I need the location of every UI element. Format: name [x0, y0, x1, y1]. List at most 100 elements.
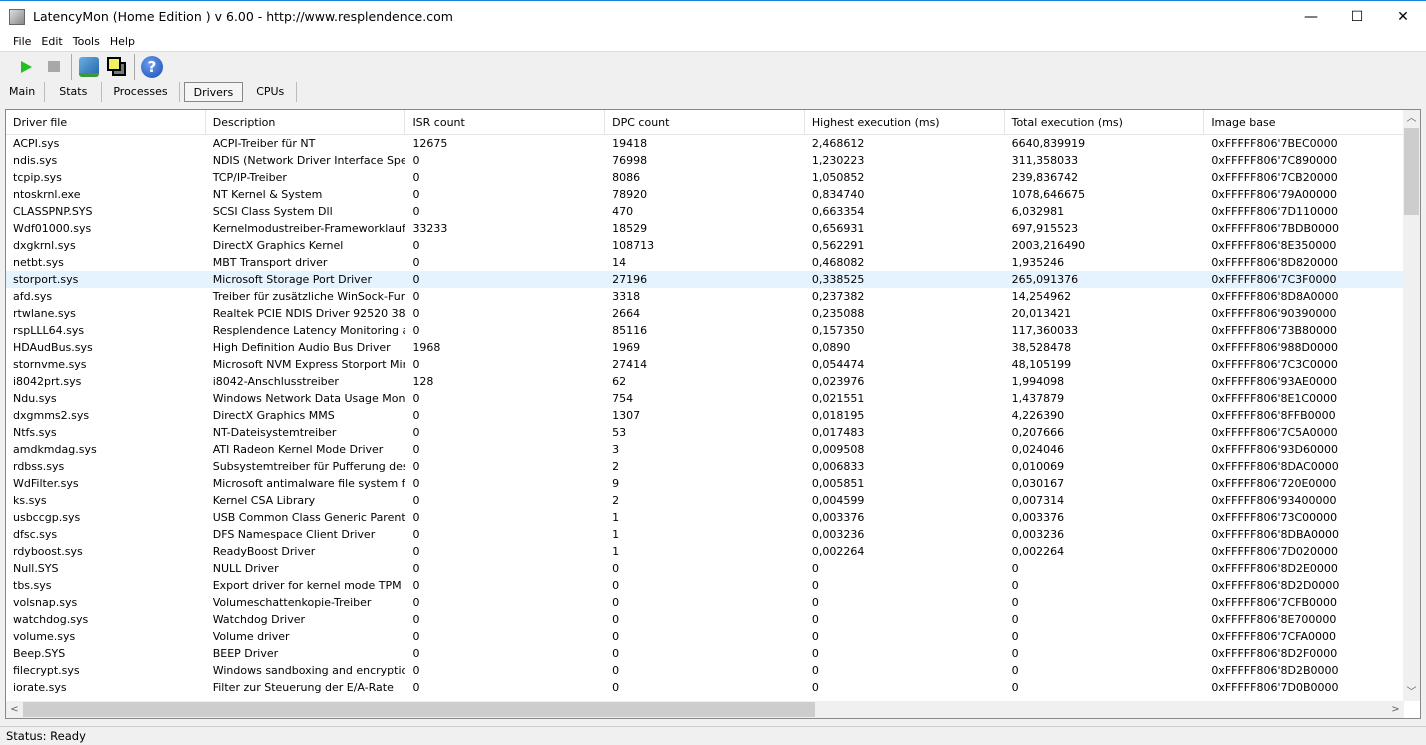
table-row[interactable]: filecrypt.sys Windows sandboxing and encr…: [6, 662, 1404, 679]
cell-total-execution: 239,836742: [1011, 171, 1079, 184]
cell-isr-count: 0: [412, 188, 420, 201]
column-header-image-base[interactable]: Image base: [1204, 110, 1405, 134]
table-row[interactable]: Ndu.sys Windows Network Data Usage Monit.…: [6, 390, 1404, 407]
menu-help[interactable]: Help: [105, 35, 140, 48]
table-row[interactable]: Beep.SYS BEEP Driver 0 0 0 0 0xFFFFF806'8D2F00…: [6, 645, 1404, 662]
help-button[interactable]: ?: [138, 54, 166, 80]
cell-dpc-count: 2: [612, 494, 620, 507]
table-row[interactable]: CLASSPNP.SYS SCSI Class System Dll 0 470 0,6…: [6, 203, 1404, 220]
table-row[interactable]: dxgkrnl.sys DirectX Graphics Kernel 0 10871…: [6, 237, 1404, 254]
cell-image-base: 0xFFFFF806'7BDB0000: [1211, 222, 1340, 235]
cell-total-execution: 20,013421: [1011, 307, 1072, 320]
table-row[interactable]: ACPI.sys ACPI-Treiber für NT 12675 19418 2,4…: [6, 135, 1404, 152]
tab-main[interactable]: Main: [0, 82, 46, 102]
cell-total-execution: 0,030167: [1011, 477, 1065, 490]
scroll-right-icon[interactable]: >: [1387, 701, 1404, 718]
table-row[interactable]: Wdf01000.sys Kernelmodustreiber-Framework…: [6, 220, 1404, 237]
cell-driver-file: dfsc.sys: [13, 528, 58, 541]
table-row[interactable]: dxgmms2.sys DirectX Graphics MMS 0 1307 0,01…: [6, 407, 1404, 424]
minimize-button[interactable]: —: [1288, 1, 1334, 32]
cell-description: DirectX Graphics MMS: [212, 409, 335, 422]
table-row[interactable]: Null.SYS NULL Driver 0 0 0 0 0xFFFFF806'8D2E00…: [6, 560, 1404, 577]
table-row[interactable]: Ntfs.sys NT-Dateisystemtreiber 0 53 0,017483…: [6, 424, 1404, 441]
cell-dpc-count: 754: [612, 392, 634, 405]
tab-drivers[interactable]: Drivers: [183, 82, 244, 102]
table-row[interactable]: rspLLL64.sys Resplendence Latency Monitor…: [6, 322, 1404, 339]
table-row[interactable]: ntoskrnl.exe NT Kernel & System 0 78920 0,83…: [6, 186, 1404, 203]
cell-driver-file: rdbss.sys: [13, 460, 65, 473]
column-header-description[interactable]: Description: [206, 110, 406, 134]
table-row[interactable]: volsnap.sys Volumeschattenkopie-Treiber 0 0…: [6, 594, 1404, 611]
table-row[interactable]: usbccgp.sys USB Common Class Generic Pare…: [6, 509, 1404, 526]
table-row[interactable]: rdbss.sys Subsystemtreiber für Pufferung …: [6, 458, 1404, 475]
table-row[interactable]: rtwlane.sys Realtek PCIE NDIS Driver 9252…: [6, 305, 1404, 322]
cell-description: ATI Radeon Kernel Mode Driver: [212, 443, 384, 456]
cell-total-execution: 14,254962: [1011, 290, 1072, 303]
cell-image-base: 0xFFFFF806'93D60000: [1211, 443, 1338, 456]
stop-button[interactable]: [40, 54, 68, 80]
driver-search-button[interactable]: [75, 54, 103, 80]
cell-highest-execution: 1,230223: [811, 154, 865, 167]
cell-total-execution: 0: [1011, 562, 1019, 575]
table-row[interactable]: ndis.sys NDIS (Network Driver Interface S…: [6, 152, 1404, 169]
table-row[interactable]: i8042prt.sys i8042-Anschlusstreiber 128 62 0…: [6, 373, 1404, 390]
scroll-left-icon[interactable]: <: [6, 701, 23, 718]
table-row[interactable]: tbs.sys Export driver for kernel mode TPM…: [6, 577, 1404, 594]
menu-tools[interactable]: Tools: [68, 35, 105, 48]
table-row[interactable]: dfsc.sys DFS Namespace Client Driver 0 1 0,0…: [6, 526, 1404, 543]
table-row[interactable]: tcpip.sys TCP/IP-Treiber 0 8086 1,050852 239,…: [6, 169, 1404, 186]
tab-processes[interactable]: Processes: [102, 82, 180, 102]
cell-dpc-count: 2: [612, 460, 620, 473]
menu-file[interactable]: File: [8, 35, 36, 48]
cell-isr-count: 1968: [412, 341, 441, 354]
table-row[interactable]: rdyboost.sys ReadyBoost Driver 0 1 0,002264 0…: [6, 543, 1404, 560]
windows-button[interactable]: [103, 54, 131, 80]
cell-dpc-count: 0: [612, 664, 620, 677]
toolbar-separator: [71, 53, 72, 80]
cell-description: TCP/IP-Treiber: [212, 171, 287, 184]
table-row[interactable]: HDAudBus.sys High Definition Audio Bus Dr…: [6, 339, 1404, 356]
cell-driver-file: ntoskrnl.exe: [13, 188, 81, 201]
cell-driver-file: i8042prt.sys: [13, 375, 82, 388]
table-row[interactable]: amdkmdag.sys ATI Radeon Kernel Mode Drive…: [6, 441, 1404, 458]
menu-edit[interactable]: Edit: [36, 35, 67, 48]
horizontal-scroll-thumb[interactable]: [23, 702, 815, 717]
table-row[interactable]: iorate.sys Filter zur Steuerung der E/A-R…: [6, 679, 1404, 696]
column-header-dpc-count[interactable]: DPC count: [605, 110, 805, 134]
table-row[interactable]: stornvme.sys Microsoft NVM Express Storpo…: [6, 356, 1404, 373]
column-header-highest-execution[interactable]: Highest execution (ms): [805, 110, 1005, 134]
horizontal-scrollbar[interactable]: < >: [6, 701, 1404, 718]
column-header-total-execution[interactable]: Total execution (ms): [1005, 110, 1205, 134]
cell-isr-count: 0: [412, 562, 420, 575]
cell-dpc-count: 14: [612, 256, 627, 269]
cell-description: NT Kernel & System: [212, 188, 323, 201]
table-row[interactable]: storport.sys Microsoft Storage Port Drive…: [6, 271, 1404, 288]
status-bar: Status: Ready: [0, 726, 1426, 744]
cell-total-execution: 38,528478: [1011, 341, 1072, 354]
cell-driver-file: Wdf01000.sys: [13, 222, 92, 235]
cell-isr-count: 0: [412, 392, 420, 405]
table-row[interactable]: ks.sys Kernel CSA Library 0 2 0,004599 0,0073…: [6, 492, 1404, 509]
column-header-isr-count[interactable]: ISR count: [405, 110, 606, 134]
table-row[interactable]: afd.sys Treiber für zusätzliche WinSock-F…: [6, 288, 1404, 305]
cell-description: Treiber für zusätzliche WinSock-Fun...: [212, 290, 406, 303]
column-header-driver-file[interactable]: Driver file: [6, 110, 206, 134]
table-row[interactable]: netbt.sys MBT Transport driver 0 14 0,468082…: [6, 254, 1404, 271]
tab-stats[interactable]: Stats: [45, 82, 103, 102]
start-button[interactable]: [12, 54, 40, 80]
scroll-up-icon[interactable]: ︿: [1403, 110, 1420, 127]
cell-highest-execution: 0,656931: [811, 222, 865, 235]
table-row[interactable]: WdFilter.sys Microsoft antimalware file s…: [6, 475, 1404, 492]
close-button[interactable]: ✕: [1380, 1, 1426, 32]
table-row[interactable]: watchdog.sys Watchdog Driver 0 0 0 0 0xFFFFF80…: [6, 611, 1404, 628]
vertical-scroll-thumb[interactable]: [1404, 128, 1419, 215]
vertical-scrollbar[interactable]: ︿ ﹀: [1403, 110, 1420, 701]
maximize-button[interactable]: ☐: [1334, 1, 1380, 32]
toolbar: ?: [0, 51, 1426, 81]
table-row[interactable]: volume.sys Volume driver 0 0 0 0 0xFFFFF806'7C…: [6, 628, 1404, 645]
tab-cpus[interactable]: CPUs: [247, 82, 298, 102]
cell-isr-count: 0: [412, 409, 420, 422]
cell-isr-count: 0: [412, 290, 420, 303]
cell-driver-file: watchdog.sys: [13, 613, 89, 626]
scroll-down-icon[interactable]: ﹀: [1403, 684, 1420, 701]
